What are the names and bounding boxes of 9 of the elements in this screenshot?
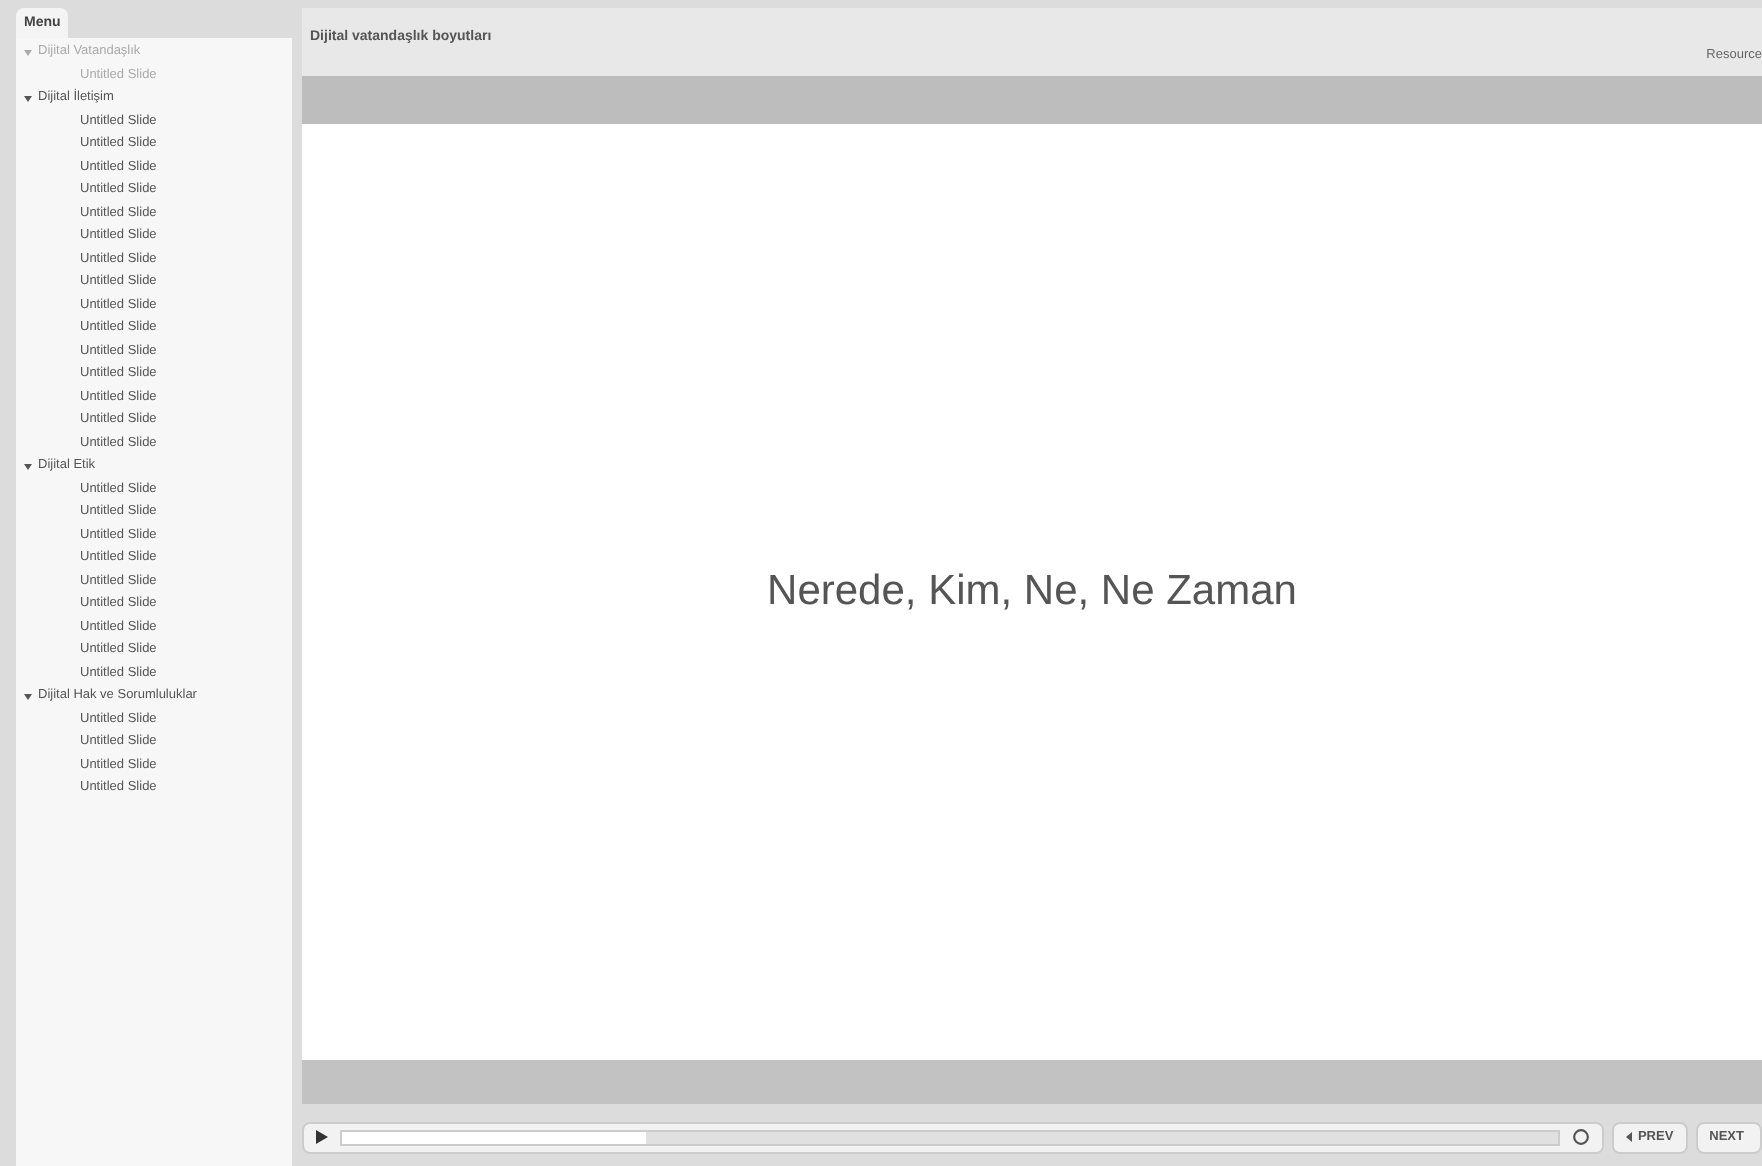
- progress-track[interactable]: [340, 1129, 1560, 1145]
- expanded-icon: [24, 95, 32, 102]
- expanded-icon: [24, 693, 32, 700]
- expanded-icon: [24, 49, 32, 56]
- expanded-icon: [24, 463, 32, 470]
- replay-icon[interactable]: [1571, 1128, 1590, 1146]
- slide-text: Nerede, Kim, Ne, Ne Zaman: [767, 566, 1297, 619]
- play-icon[interactable]: [316, 1130, 328, 1144]
- chevron-left-icon: [1625, 1132, 1632, 1142]
